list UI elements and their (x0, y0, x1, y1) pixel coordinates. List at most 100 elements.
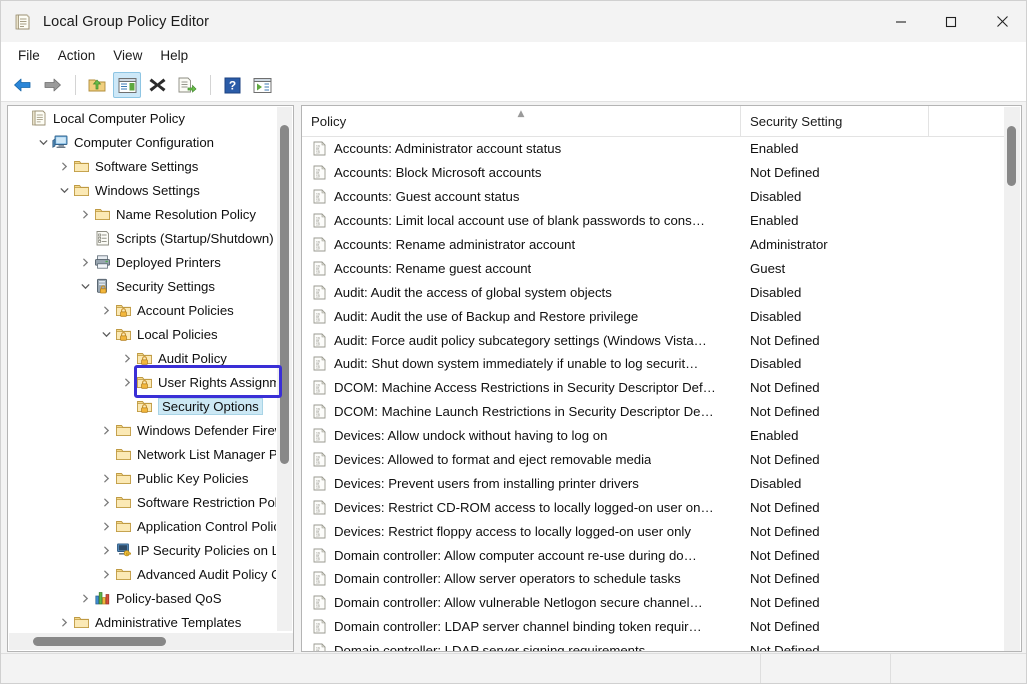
policy-row[interactable]: 100110Domain controller: Allow server op… (302, 567, 1005, 591)
policy-row[interactable]: 100110Devices: Restrict CD-ROM access to… (302, 495, 1005, 519)
local-group-policy-editor-window: Local Group Policy Editor File Action Vi… (0, 0, 1027, 684)
chevron-right-icon[interactable] (98, 422, 114, 438)
tree-item-local-computer-policy[interactable]: Local Computer Policy (8, 106, 276, 130)
policy-name-cell: 100110Devices: Prevent users from instal… (302, 475, 741, 491)
policy-row[interactable]: 100110Accounts: Rename administrator acc… (302, 233, 1005, 257)
chevron-right-icon[interactable] (119, 350, 135, 366)
policy-name-label: Devices: Allow undock without having to … (334, 428, 607, 443)
chevron-right-icon[interactable] (98, 494, 114, 510)
policy-row[interactable]: 100110Accounts: Rename guest accountGues… (302, 256, 1005, 280)
show-hide-console-tree-icon[interactable] (113, 72, 141, 98)
menu-action[interactable]: Action (49, 45, 105, 66)
chevron-right-icon[interactable] (98, 542, 114, 558)
policy-row[interactable]: 100110Accounts: Limit local account use … (302, 209, 1005, 233)
chevron-down-icon[interactable] (56, 182, 72, 198)
policy-row[interactable]: 100110DCOM: Machine Launch Restrictions … (302, 400, 1005, 424)
chevron-right-icon[interactable] (98, 302, 114, 318)
security-setting-cell: Not Defined (741, 404, 929, 419)
chevron-right-icon[interactable] (77, 590, 93, 606)
chevron-down-icon[interactable] (35, 134, 51, 150)
policy-row[interactable]: 100110DCOM: Machine Access Restrictions … (302, 376, 1005, 400)
svg-text:10: 10 (316, 414, 320, 418)
chevron-right-icon[interactable] (98, 566, 114, 582)
tree-item-policy-based-qos[interactable]: Policy-based QoS (8, 586, 276, 610)
delete-x-icon[interactable] (143, 72, 171, 98)
policy-setting-icon: 100110 (311, 284, 327, 300)
policy-row[interactable]: 100110Audit: Force audit policy subcateg… (302, 328, 1005, 352)
column-header-security-setting[interactable]: Security Setting (741, 106, 929, 137)
show-hide-action-pane-icon[interactable] (248, 72, 276, 98)
tree-horizontal-scrollbar-thumb[interactable] (33, 637, 166, 646)
menu-file[interactable]: File (9, 45, 49, 66)
tree-item-label: Security Settings (116, 279, 219, 294)
policy-name-cell: 100110Devices: Allow undock without havi… (302, 428, 741, 444)
column-header-policy[interactable]: Policy ▲ (302, 106, 741, 137)
policy-list-body[interactable]: 100110Accounts: Administrator account st… (302, 137, 1005, 652)
tree-item-ip-security-policies-on-local-computer[interactable]: IP Security Policies on Local Computer (8, 538, 276, 562)
policy-row[interactable]: 100110Audit: Shut down system immediatel… (302, 352, 1005, 376)
policy-row[interactable]: 100110Accounts: Block Microsoft accounts… (302, 161, 1005, 185)
menu-help[interactable]: Help (151, 45, 197, 66)
chevron-down-icon[interactable] (98, 326, 114, 342)
back-arrow-icon[interactable] (8, 72, 36, 98)
tree-item-security-settings[interactable]: Security Settings (8, 274, 276, 298)
tree-item-user-rights-assignment[interactable]: User Rights Assignment (8, 370, 276, 394)
tree-vertical-scrollbar[interactable] (277, 107, 292, 631)
tree-item-administrative-templates[interactable]: Administrative Templates (8, 610, 276, 630)
up-folder-icon[interactable] (83, 72, 111, 98)
policy-row[interactable]: 100110Domain controller: Allow computer … (302, 543, 1005, 567)
export-list-icon[interactable] (173, 72, 201, 98)
help-question-icon[interactable]: ? (218, 72, 246, 98)
policy-row[interactable]: 100110Accounts: Guest account statusDisa… (302, 185, 1005, 209)
tree-horizontal-scrollbar[interactable] (9, 633, 294, 650)
policy-list-vertical-scrollbar[interactable] (1004, 107, 1020, 652)
policy-row[interactable]: 100110Devices: Allowed to format and eje… (302, 448, 1005, 472)
policy-row[interactable]: 100110Devices: Allow undock without havi… (302, 424, 1005, 448)
tree-item-public-key-policies[interactable]: Public Key Policies (8, 466, 276, 490)
policy-setting-icon: 100110 (311, 332, 327, 348)
tree-item-local-policies[interactable]: Local Policies (8, 322, 276, 346)
policy-row[interactable]: 100110Domain controller: LDAP server cha… (302, 615, 1005, 639)
policy-row[interactable]: 100110Domain controller: Allow vulnerabl… (302, 591, 1005, 615)
chevron-right-icon[interactable] (56, 158, 72, 174)
tree-item-windows-settings[interactable]: Windows Settings (8, 178, 276, 202)
chevron-right-icon[interactable] (98, 518, 114, 534)
close-button[interactable] (976, 1, 1027, 42)
tree-item-deployed-printers[interactable]: Deployed Printers (8, 250, 276, 274)
tree-item-application-control-policies[interactable]: Application Control Policies (8, 514, 276, 538)
chevron-right-icon[interactable] (77, 254, 93, 270)
svg-text:10: 10 (316, 366, 320, 370)
tree-item-account-policies[interactable]: Account Policies (8, 298, 276, 322)
policy-row[interactable]: 100110Domain controller: LDAP server sig… (302, 639, 1005, 652)
tree-item-security-options[interactable]: Security Options (8, 394, 276, 418)
menu-view[interactable]: View (104, 45, 151, 66)
console-tree[interactable]: Local Computer PolicyComputer Configurat… (8, 106, 276, 630)
tree-item-software-restriction-policies[interactable]: Software Restriction Policies (8, 490, 276, 514)
folder-icon (72, 614, 90, 631)
tree-item-computer-configuration[interactable]: Computer Configuration (8, 130, 276, 154)
policy-row[interactable]: 100110Devices: Restrict floppy access to… (302, 519, 1005, 543)
forward-arrow-icon[interactable] (38, 72, 66, 98)
chevron-right-icon[interactable] (119, 374, 135, 390)
chevron-right-icon[interactable] (77, 206, 93, 222)
minimize-button[interactable] (876, 1, 926, 42)
policy-list-vertical-scrollbar-thumb[interactable] (1007, 126, 1016, 186)
tree-item-audit-policy[interactable]: Audit Policy (8, 346, 276, 370)
tree-vertical-scrollbar-thumb[interactable] (280, 125, 289, 464)
chevron-right-icon[interactable] (56, 614, 72, 630)
tree-item-software-settings[interactable]: Software Settings (8, 154, 276, 178)
tree-item-scripts-startup-shutdown[interactable]: Scripts (Startup/Shutdown) (8, 226, 276, 250)
tree-item-windows-defender-firewall-with-advanced-security[interactable]: Windows Defender Firewall with Advanced … (8, 418, 276, 442)
policy-row[interactable]: 100110Devices: Prevent users from instal… (302, 471, 1005, 495)
tree-item-name-resolution-policy[interactable]: Name Resolution Policy (8, 202, 276, 226)
policy-row[interactable]: 100110Audit: Audit the use of Backup and… (302, 304, 1005, 328)
chevron-down-icon[interactable] (77, 278, 93, 294)
column-header-blank[interactable] (929, 106, 1005, 137)
policy-row[interactable]: 100110Accounts: Administrator account st… (302, 137, 1005, 161)
chevron-right-icon[interactable] (98, 470, 114, 486)
policy-row[interactable]: 100110Audit: Audit the access of global … (302, 280, 1005, 304)
tree-item-advanced-audit-policy-configuration[interactable]: Advanced Audit Policy Configuration (8, 562, 276, 586)
svg-text:10: 10 (316, 533, 320, 537)
tree-item-network-list-manager-policies[interactable]: Network List Manager Policies (8, 442, 276, 466)
maximize-button[interactable] (926, 1, 976, 42)
